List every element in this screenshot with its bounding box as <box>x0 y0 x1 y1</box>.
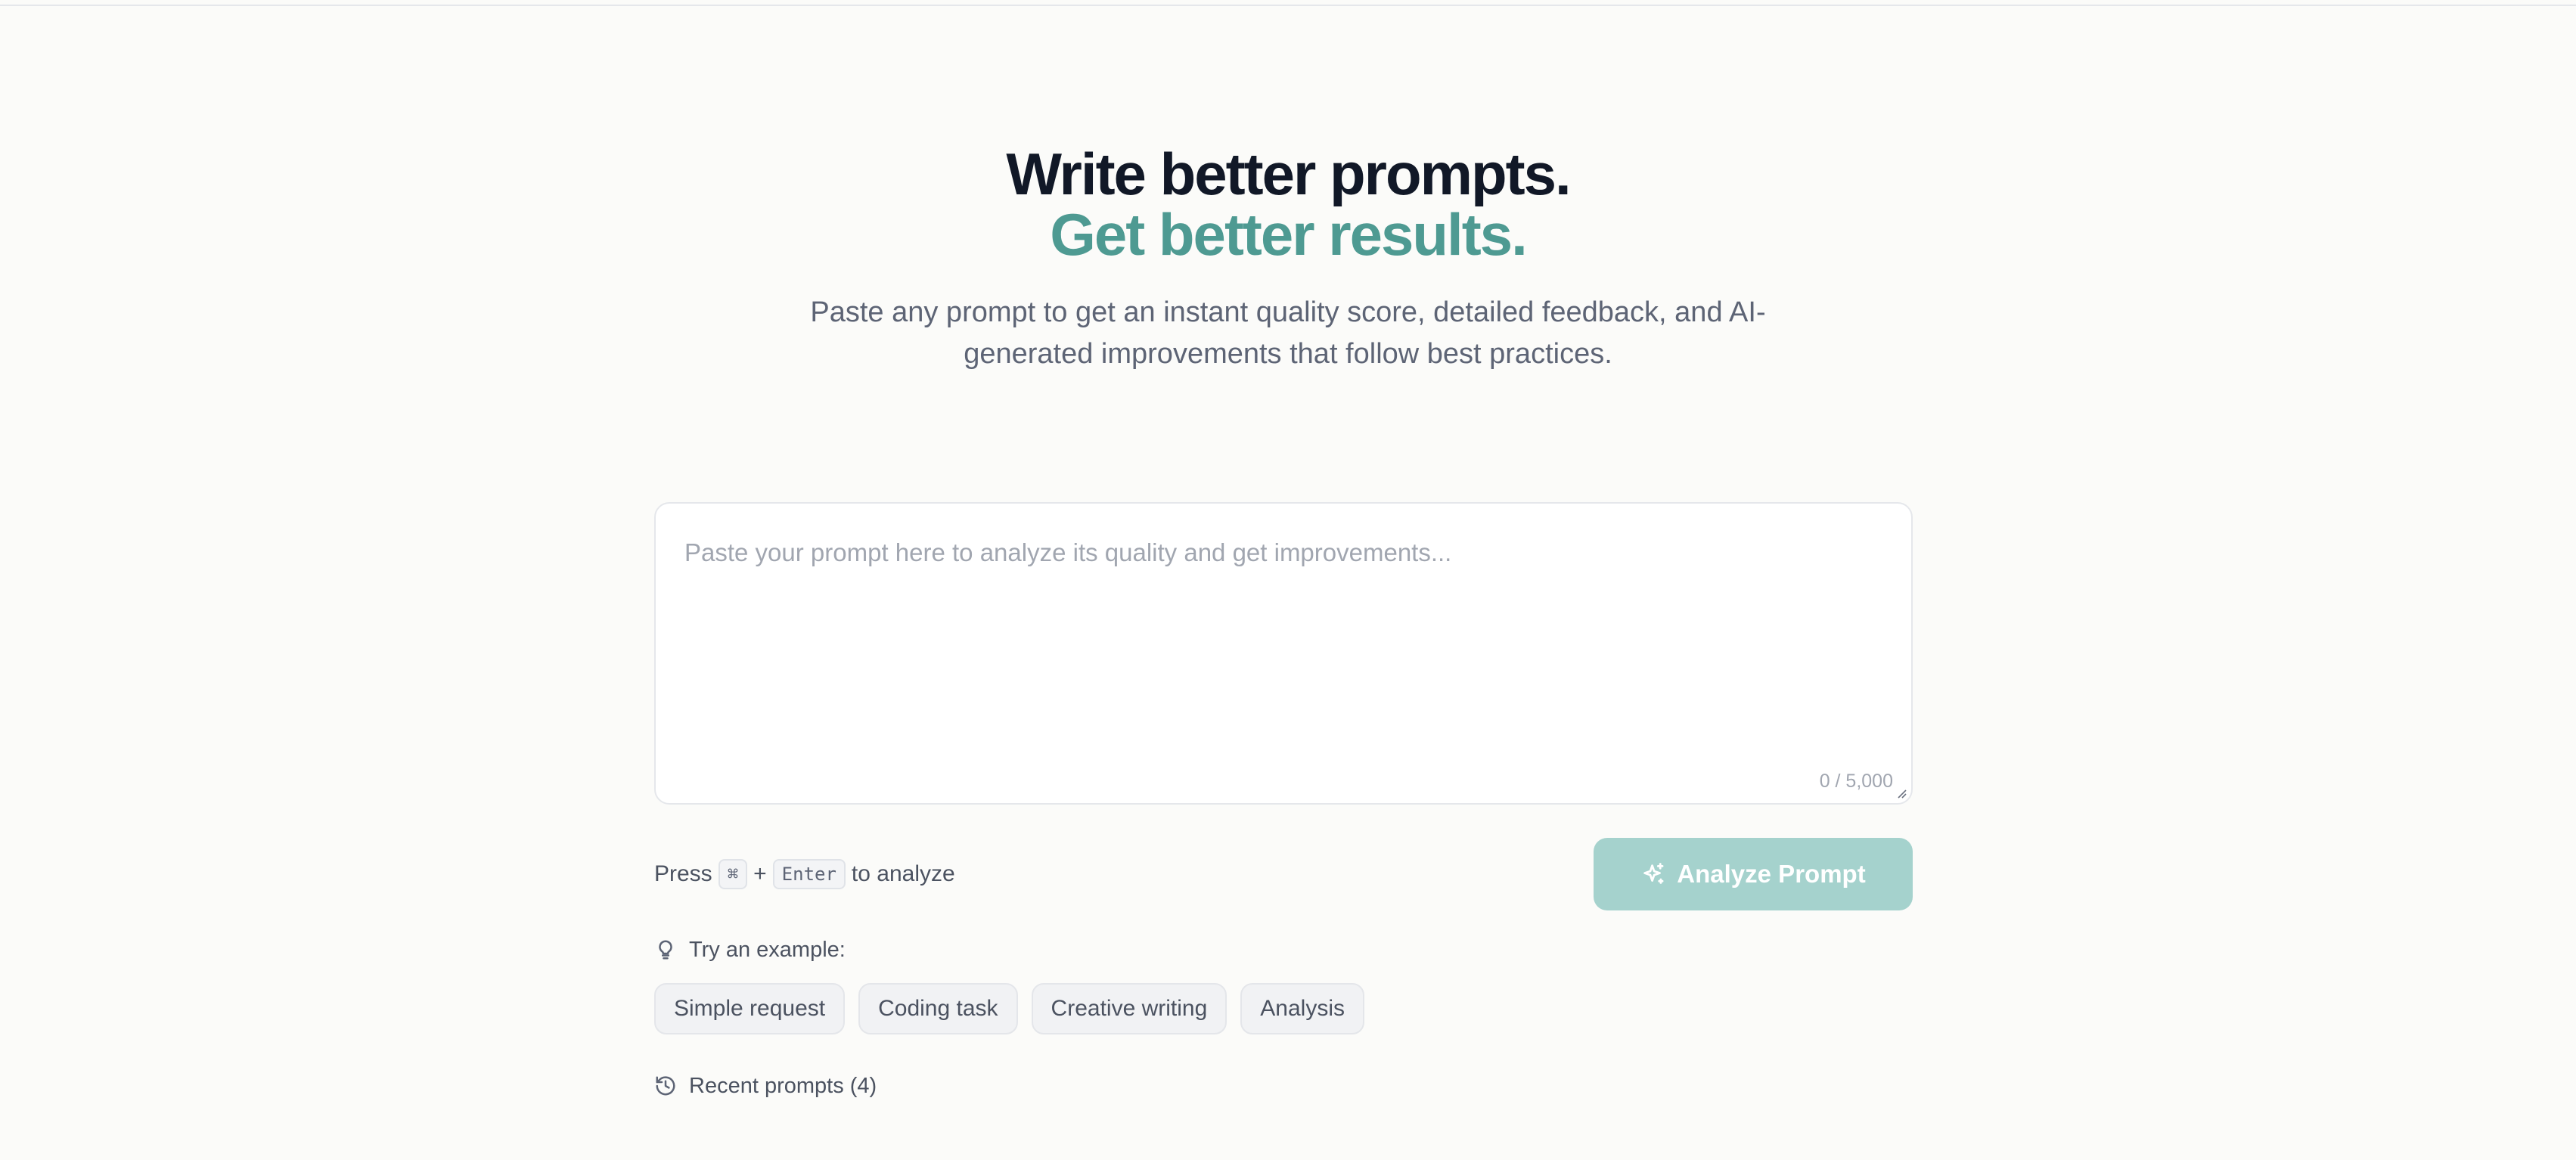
examples-label: Try an example: <box>689 937 846 962</box>
character-counter: 0 / 5,000 <box>1819 771 1893 792</box>
resize-handle-icon[interactable] <box>1896 788 1907 799</box>
lightbulb-icon <box>659 940 672 960</box>
examples-heading: Try an example: <box>654 935 846 965</box>
prompt-editor: 0 / 5,000 <box>654 502 1913 805</box>
shortcut-suffix-text: to analyze <box>851 861 955 886</box>
recent-prompts-label: Recent prompts (4) <box>689 1073 877 1098</box>
header-divider <box>0 0 2576 6</box>
keyboard-shortcut-hint: Press ⌘ + Enter to analyze <box>654 854 955 894</box>
example-chip-creative-writing[interactable]: Creative writing <box>1031 983 1227 1034</box>
shortcut-plus: + <box>753 861 767 886</box>
example-chip-analysis[interactable]: Analysis <box>1240 983 1364 1034</box>
example-chip-simple-request[interactable]: Simple request <box>654 983 846 1034</box>
example-chip-coding-task[interactable]: Coding task <box>858 983 1018 1034</box>
hero: Write better prompts. Get better results… <box>0 144 2576 375</box>
history-icon <box>656 1076 675 1096</box>
command-key: ⌘ <box>718 859 748 889</box>
enter-key: Enter <box>772 859 846 889</box>
analyze-prompt-button[interactable]: Analyze Prompt <box>1594 838 1913 910</box>
analyze-button-label: Analyze Prompt <box>1677 860 1866 888</box>
sparkles-icon <box>1643 863 1664 884</box>
prompt-input[interactable] <box>656 504 1911 803</box>
hero-title: Write better prompts. <box>1006 141 1571 207</box>
example-chips: Simple request Coding task Creative writ… <box>654 983 1364 1034</box>
hero-title-accent: Get better results. <box>1050 201 1528 268</box>
hero-subtitle: Paste any prompt to get an instant quali… <box>810 296 1766 370</box>
recent-prompts-toggle[interactable]: Recent prompts (4) <box>654 1071 877 1101</box>
shortcut-press-text: Press <box>654 861 712 886</box>
